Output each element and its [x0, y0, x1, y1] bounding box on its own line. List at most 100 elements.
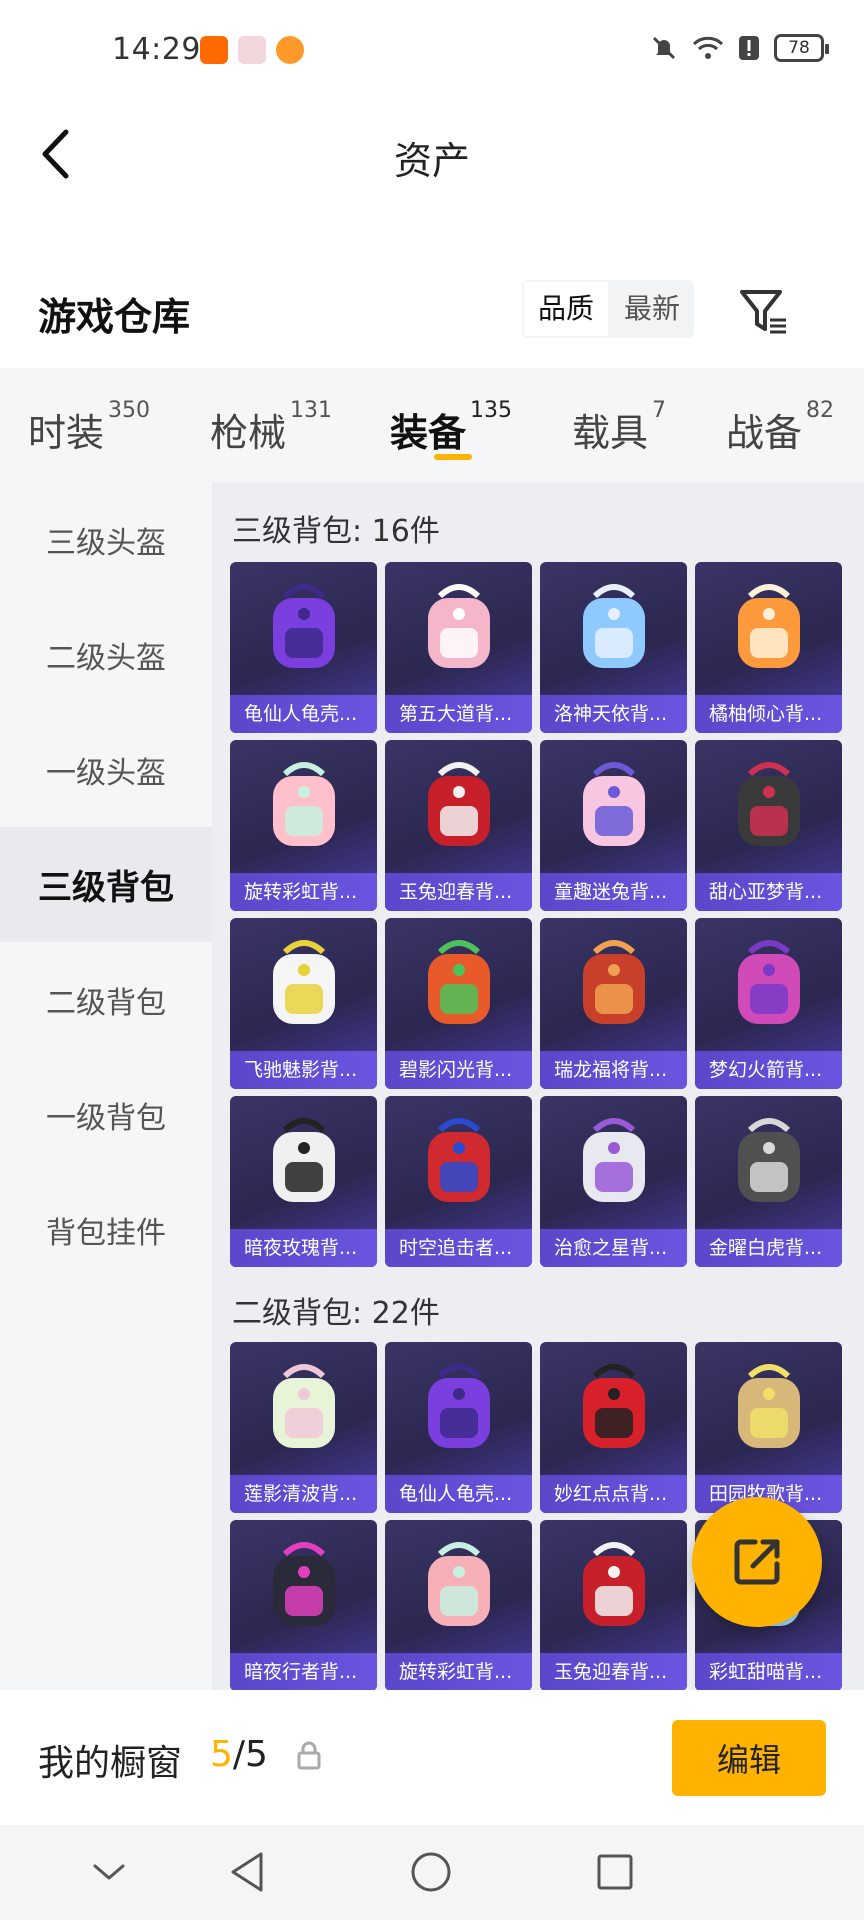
showcase-separator: / [232, 1734, 246, 1775]
battery-icon: 78 [774, 34, 829, 62]
showcase-label: 我的橱窗 [38, 1743, 183, 1784]
tab-fashion[interactable]: 时装350 [28, 398, 150, 457]
sidebar-item-helmet-lv1[interactable]: 一级头盔 [0, 712, 212, 827]
nav-recents-button[interactable] [590, 1847, 640, 1897]
mute-icon [652, 36, 676, 60]
backpack-image [540, 1096, 687, 1226]
item-name: 龟仙人龟壳... [385, 1475, 532, 1513]
sidebar: 三级头盔 二级头盔 一级头盔 三级背包 二级背包 一级背包 背包挂件 [0, 482, 212, 1690]
item-card[interactable]: 治愈之星背... [540, 1096, 687, 1267]
item-card[interactable]: 梦幻火箭背... [695, 918, 842, 1089]
tab-firearms[interactable]: 枪械131 [210, 398, 332, 457]
filter-button[interactable] [736, 284, 792, 340]
backpack-image [230, 740, 377, 870]
backpack-image [695, 1096, 842, 1226]
item-card[interactable]: 第五大道背... [385, 562, 532, 733]
nav-collapse-button[interactable] [84, 1847, 134, 1897]
sidebar-item-backpack-lv3[interactable]: 三级背包 [0, 827, 212, 942]
sort-quality-option[interactable]: 品质 [522, 280, 611, 338]
sidebar-item-helmet-lv2[interactable]: 二级头盔 [0, 597, 212, 712]
nav-back-button[interactable] [222, 1847, 272, 1897]
sidebar-item-backpack-lv2[interactable]: 二级背包 [0, 942, 212, 1057]
taobao-app-icon [200, 36, 228, 64]
warehouse-title: 游戏仓库 [38, 295, 191, 339]
backpack-image [385, 1520, 532, 1650]
sidebar-item-helmet-lv3[interactable]: 三级头盔 [0, 482, 212, 597]
sort-toggle: 品质 最新 [522, 280, 695, 338]
section-title-backpack-lv3: 三级背包: 16件 [232, 514, 440, 549]
item-name: 彩虹甜喵背... [695, 1653, 842, 1690]
item-name: 旋转彩虹背... [230, 873, 377, 911]
item-name: 暗夜玫瑰背... [230, 1229, 377, 1267]
backpack-image [540, 918, 687, 1048]
status-time: 14:29 [112, 32, 201, 67]
tab-count: 82 [806, 398, 835, 423]
item-name: 龟仙人龟壳... [230, 695, 377, 733]
item-card[interactable]: 暗夜行者背... [230, 1520, 377, 1690]
backpack-image [385, 918, 532, 1048]
item-name: 碧影闪光背... [385, 1051, 532, 1089]
item-card[interactable]: 碧影闪光背... [385, 918, 532, 1089]
tab-label: 装备 [390, 411, 467, 455]
item-card[interactable]: 暗夜玫瑰背... [230, 1096, 377, 1267]
nav-home-button[interactable] [406, 1847, 456, 1897]
tab-count: 7 [652, 398, 667, 423]
item-name: 妙红点点背... [540, 1475, 687, 1513]
backpack-image [695, 1342, 842, 1472]
item-card[interactable]: 旋转彩虹背... [385, 1520, 532, 1690]
tab-count: 135 [470, 398, 513, 423]
item-card[interactable]: 田园牧歌背... [695, 1342, 842, 1513]
item-card[interactable]: 玉兔迎春背... [540, 1520, 687, 1690]
backpack-image [695, 562, 842, 692]
item-card[interactable]: 旋转彩虹背... [230, 740, 377, 911]
sidebar-item-backpack-lv1[interactable]: 一级背包 [0, 1057, 212, 1172]
tab-vehicles[interactable]: 载具7 [572, 398, 666, 457]
active-tab-indicator [434, 454, 472, 460]
circle-home-icon [411, 1852, 451, 1892]
share-icon [734, 1539, 780, 1585]
item-card[interactable]: 龟仙人龟壳... [230, 562, 377, 733]
item-name: 瑞龙福将背... [540, 1051, 687, 1089]
edit-button[interactable]: 编辑 [672, 1720, 826, 1796]
share-button[interactable] [692, 1497, 822, 1627]
tab-label: 时装 [28, 411, 105, 455]
item-name: 飞驰魅影背... [230, 1051, 377, 1089]
system-status-icons: 78 [650, 34, 829, 62]
item-card[interactable]: 龟仙人龟壳... [385, 1342, 532, 1513]
notification-icons [200, 36, 304, 64]
item-name: 玉兔迎春背... [540, 1653, 687, 1690]
page-title: 资产 [393, 139, 470, 183]
item-card[interactable]: 甜心亚梦背... [695, 740, 842, 911]
showcase-total: 5 [245, 1734, 268, 1775]
backpack-image [540, 1342, 687, 1472]
item-card[interactable]: 玉兔迎春背... [385, 740, 532, 911]
sort-newest-option[interactable]: 最新 [610, 280, 694, 338]
tab-equipment[interactable]: 装备135 [390, 398, 512, 457]
tab-battle-prep[interactable]: 战备82 [726, 398, 834, 457]
item-card[interactable]: 妙红点点背... [540, 1342, 687, 1513]
item-card[interactable]: 莲影清波背... [230, 1342, 377, 1513]
alert-icon [739, 36, 759, 60]
item-name: 洛神天依背... [540, 695, 687, 733]
item-card[interactable]: 金曜白虎背... [695, 1096, 842, 1267]
item-name: 时空追击者... [385, 1229, 532, 1267]
square-recents-icon [597, 1854, 633, 1890]
backpack-image [540, 1520, 687, 1650]
sidebar-item-backpack-charm[interactable]: 背包挂件 [0, 1172, 212, 1287]
showcase-current: 5 [210, 1734, 233, 1775]
item-card[interactable]: 童趣迷兔背... [540, 740, 687, 911]
item-card[interactable]: 橘柚倾心背... [695, 562, 842, 733]
filter-icon [740, 290, 786, 334]
item-name: 橘柚倾心背... [695, 695, 842, 733]
item-name: 旋转彩虹背... [385, 1653, 532, 1690]
item-name: 玉兔迎春背... [385, 873, 532, 911]
status-bar: 14:29 78 [0, 0, 864, 104]
item-card[interactable]: 飞驰魅影背... [230, 918, 377, 1089]
backpack-image [230, 1096, 377, 1226]
backpack-image [540, 562, 687, 692]
item-card[interactable]: 瑞龙福将背... [540, 918, 687, 1089]
item-card[interactable]: 洛神天依背... [540, 562, 687, 733]
item-card[interactable]: 时空追击者... [385, 1096, 532, 1267]
backpack-image [695, 918, 842, 1048]
backpack-image [230, 918, 377, 1048]
